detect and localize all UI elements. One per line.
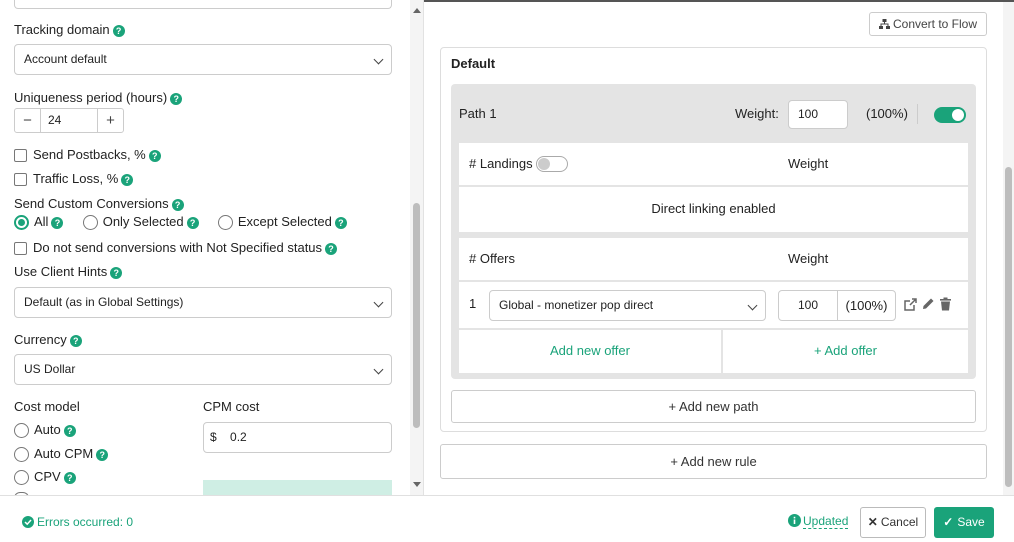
- trash-icon[interactable]: [939, 297, 952, 311]
- check-icon: ✓: [943, 515, 954, 529]
- custom-conversions-options: All? Only Selected? Except Selected?: [14, 214, 347, 231]
- cpm-cost-label: CPM cost: [203, 399, 260, 414]
- left-scrollbar[interactable]: [410, 0, 423, 495]
- settings-pane: Tracking domain? Account default Uniquen…: [0, 0, 424, 495]
- divider: [917, 104, 918, 124]
- footer: Errors occurred: 0 Updated ✕ Cancel ✓ Save: [0, 495, 1014, 542]
- cost-model-auto-cpm: Auto CPM?: [14, 446, 109, 463]
- offer-weight-pct: (100%): [845, 298, 888, 313]
- errors-status: Errors occurred: 0: [22, 515, 133, 529]
- path-weight-pct: (100%): [866, 106, 908, 121]
- currency-symbol: $: [210, 430, 217, 444]
- help-icon[interactable]: ?: [325, 242, 338, 255]
- chevron-down-icon: [373, 54, 384, 65]
- info-box: [203, 480, 392, 495]
- add-new-rule-button[interactable]: + Add new rule: [440, 444, 987, 479]
- radio-except-selected[interactable]: [217, 215, 233, 231]
- chevron-down-icon: [373, 297, 384, 308]
- cost-model-auto: Auto?: [14, 422, 76, 439]
- increment-button[interactable]: +: [98, 109, 123, 132]
- offer-index: 1: [469, 296, 477, 311]
- client-hints-label: Use Client Hints?: [14, 264, 123, 279]
- cost-model-cpv: CPV?: [14, 469, 76, 486]
- offers-header-label: # Offers: [469, 251, 516, 266]
- radio-auto-cpm[interactable]: [14, 447, 29, 463]
- offer-select[interactable]: Global - monetizer pop direct: [489, 290, 766, 321]
- cost-model-label: Cost model: [14, 399, 80, 414]
- landings-header-label: # Landings: [469, 156, 533, 171]
- updated-link[interactable]: Updated: [788, 514, 849, 529]
- clipped-field: [14, 0, 392, 9]
- help-icon[interactable]: ?: [334, 216, 347, 229]
- direct-linking-message: Direct linking enabled: [651, 201, 776, 216]
- send-postbacks-checkbox[interactable]: [14, 149, 27, 163]
- offers-weight-header: Weight: [788, 251, 829, 266]
- right-scrollbar[interactable]: [1003, 2, 1014, 495]
- add-offer-link[interactable]: + Add offer: [723, 343, 968, 358]
- currency-label: Currency?: [14, 332, 82, 347]
- scroll-down-icon[interactable]: [413, 482, 421, 487]
- uniqueness-label: Uniqueness period (hours)?: [14, 90, 183, 105]
- radio-only-selected[interactable]: [82, 215, 98, 231]
- radio-auto[interactable]: [14, 423, 29, 439]
- cpm-cost-input[interactable]: $ 0.2: [203, 422, 392, 453]
- help-icon[interactable]: ?: [51, 216, 64, 229]
- external-link-icon[interactable]: [903, 297, 918, 312]
- help-icon[interactable]: ?: [186, 216, 199, 229]
- cancel-button[interactable]: ✕ Cancel: [860, 507, 926, 538]
- offer-weight-group: 100 (100%): [778, 290, 896, 321]
- top-divider: [424, 0, 1014, 2]
- scroll-thumb[interactable]: [1005, 167, 1012, 487]
- help-icon[interactable]: ?: [63, 471, 76, 484]
- landings-weight-header: Weight: [788, 156, 829, 171]
- campaign-editor: Tracking domain? Account default Uniquen…: [0, 0, 1014, 542]
- chevron-down-icon: [747, 300, 758, 311]
- help-icon[interactable]: ?: [171, 198, 184, 211]
- not-specified-checkbox[interactable]: [14, 242, 27, 256]
- decrement-button[interactable]: −: [15, 109, 40, 132]
- scroll-thumb[interactable]: [413, 203, 420, 428]
- traffic-loss-row: Traffic Loss, %?: [14, 171, 134, 187]
- offers-header: [459, 238, 968, 280]
- close-icon: ✕: [867, 515, 878, 529]
- currency-select[interactable]: US Dollar: [14, 354, 392, 385]
- uniqueness-input[interactable]: 24: [40, 109, 98, 132]
- convert-to-flow-button[interactable]: Convert to Flow: [869, 12, 987, 36]
- not-specified-row: Do not send conversions with Not Specifi…: [14, 240, 338, 256]
- landings-toggle[interactable]: [536, 156, 568, 172]
- send-postbacks-row: Send Postbacks, %?: [14, 147, 161, 163]
- custom-conversions-label: Send Custom Conversions?: [14, 196, 184, 211]
- help-icon[interactable]: ?: [69, 334, 82, 347]
- scroll-up-icon[interactable]: [413, 8, 421, 13]
- help-icon[interactable]: ?: [96, 448, 109, 461]
- chevron-down-icon: [373, 364, 384, 375]
- client-hints-select[interactable]: Default (as in Global Settings): [14, 287, 392, 318]
- radio-cpv[interactable]: [14, 470, 29, 486]
- path-weight-label: Weight:: [735, 106, 779, 121]
- help-icon[interactable]: ?: [63, 424, 76, 437]
- save-button[interactable]: ✓ Save: [934, 507, 994, 538]
- help-icon[interactable]: ?: [170, 92, 183, 105]
- help-icon[interactable]: ?: [148, 149, 161, 162]
- add-new-offer-link[interactable]: Add new offer: [459, 343, 721, 358]
- tracking-domain-label: Tracking domain?: [14, 22, 125, 37]
- path-weight-input[interactable]: 100: [788, 100, 848, 129]
- path-enabled-toggle[interactable]: [934, 107, 966, 123]
- cpm-cost-value: 0.2: [230, 430, 247, 444]
- rule-title: Default: [451, 56, 496, 71]
- tracking-domain-select[interactable]: Account default: [14, 44, 392, 75]
- info-icon: [788, 514, 801, 527]
- add-new-path-button[interactable]: + Add new path: [451, 390, 976, 423]
- help-icon[interactable]: ?: [121, 173, 134, 186]
- offer-weight-input[interactable]: 100: [779, 291, 838, 320]
- path-name: Path 1: [459, 106, 497, 121]
- uniqueness-stepper: − 24 +: [14, 108, 124, 133]
- traffic-loss-checkbox[interactable]: [14, 173, 27, 187]
- radio-all[interactable]: [14, 215, 29, 231]
- help-icon[interactable]: ?: [112, 24, 125, 37]
- sitemap-icon: [878, 19, 890, 29]
- help-icon[interactable]: ?: [110, 266, 123, 279]
- pencil-icon[interactable]: [921, 297, 935, 311]
- check-circle-icon: [22, 516, 34, 528]
